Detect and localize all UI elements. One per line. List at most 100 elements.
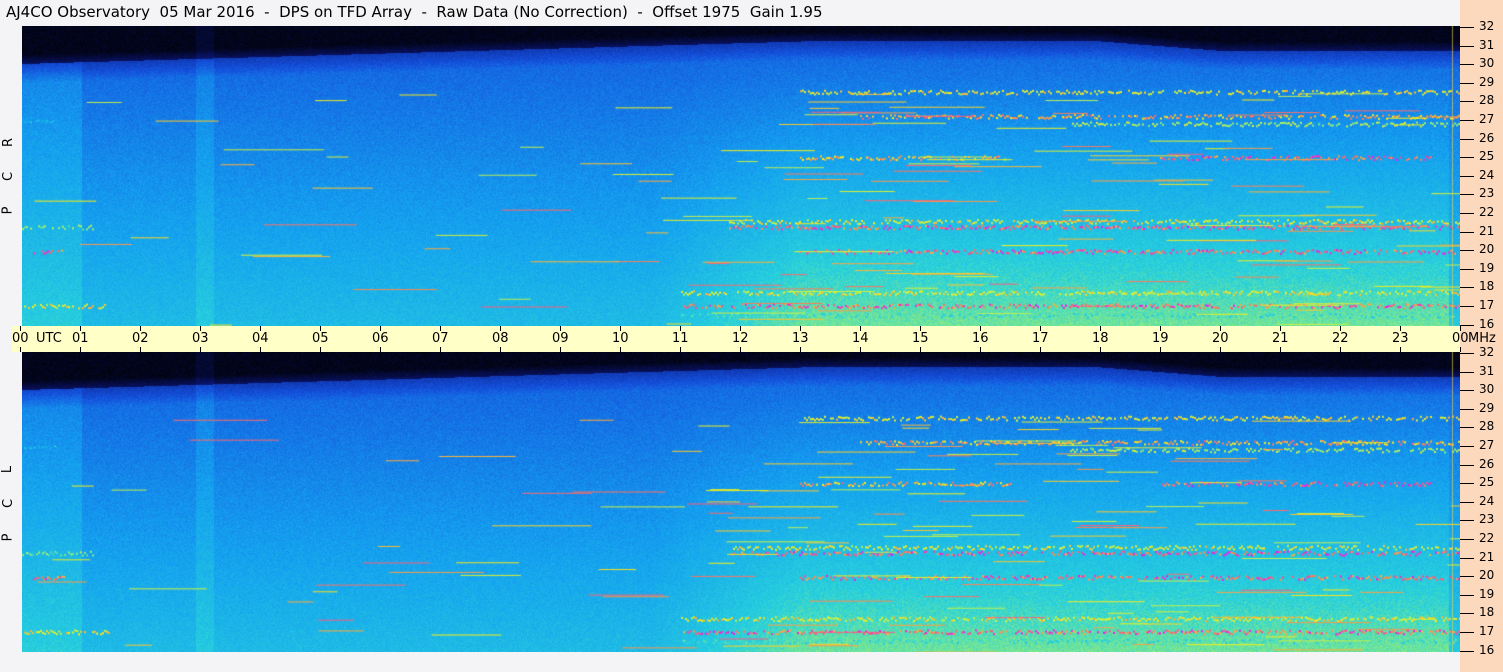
time-tick: [440, 347, 441, 352]
time-tick: [1340, 347, 1341, 352]
time-tick: [320, 347, 321, 352]
time-tick-label: 20: [1212, 331, 1229, 346]
time-tick-label: 08: [492, 331, 509, 346]
freq-tick-label: 24: [1479, 168, 1495, 182]
time-tick-label: 13: [792, 331, 809, 346]
freq-tick-label: 16: [1479, 643, 1495, 657]
freq-tick: [1460, 232, 1474, 233]
freq-tick: [1460, 502, 1474, 503]
freq-tick-label: 18: [1479, 279, 1495, 293]
freq-tick: [1460, 83, 1474, 84]
polarization-letter: P: [0, 533, 16, 542]
time-tick: [80, 347, 81, 352]
time-tick-label: 16: [972, 331, 989, 346]
time-tick: [500, 347, 501, 352]
time-tick-label: 06: [372, 331, 389, 346]
freq-tick-label: 28: [1479, 419, 1495, 433]
freq-tick: [1460, 101, 1474, 102]
time-tick: [920, 347, 921, 352]
time-tick-label: 05: [312, 331, 329, 346]
time-tick: [800, 347, 801, 352]
freq-tick: [1460, 539, 1474, 540]
freq-tick-label: 20: [1479, 568, 1495, 582]
rcp-spectrogram: [22, 26, 1460, 326]
time-tick: [560, 347, 561, 352]
time-tick: [860, 347, 861, 352]
lcp-spectrogram: [22, 352, 1460, 652]
freq-tick-label: 21: [1479, 550, 1495, 564]
time-tick: [980, 347, 981, 352]
freq-tick: [1460, 27, 1474, 28]
time-tick-label: 15: [912, 331, 929, 346]
time-tick: [1400, 347, 1401, 352]
time-tick-label: 02: [132, 331, 149, 346]
polarization-letter: C: [1, 498, 17, 509]
mhz-label: MHz: [1468, 331, 1496, 346]
freq-tick-label: 23: [1479, 512, 1495, 526]
freq-tick-label: 32: [1479, 345, 1495, 359]
freq-tick-label: 29: [1479, 401, 1495, 415]
freq-tick-label: 16: [1479, 317, 1495, 331]
time-tick: [380, 347, 381, 352]
freq-tick: [1460, 306, 1474, 307]
freq-tick-label: 22: [1479, 531, 1495, 545]
freq-tick: [1460, 64, 1474, 65]
freq-tick: [1460, 287, 1474, 288]
freq-tick-label: 18: [1479, 605, 1495, 619]
freq-tick: [1460, 213, 1474, 214]
freq-tick: [1460, 250, 1474, 251]
freq-tick: [1460, 427, 1474, 428]
polarization-letter: L: [0, 465, 16, 474]
freq-tick: [1460, 139, 1474, 140]
time-tick-label: 18: [1092, 331, 1109, 346]
freq-tick-label: 21: [1479, 224, 1495, 238]
freq-tick-label: 24: [1479, 494, 1495, 508]
time-tick: [200, 347, 201, 352]
freq-tick-label: 30: [1479, 382, 1495, 396]
freq-tick-label: 25: [1479, 149, 1495, 163]
freq-tick-label: 28: [1479, 93, 1495, 107]
freq-tick-label: 26: [1479, 457, 1495, 471]
freq-tick-label: 20: [1479, 242, 1495, 256]
freq-tick-label: 30: [1479, 56, 1495, 70]
freq-tick: [1460, 325, 1474, 326]
freq-tick: [1460, 120, 1474, 121]
freq-tick: [1460, 409, 1474, 410]
time-tick-label: 21: [1272, 331, 1289, 346]
freq-tick: [1460, 176, 1474, 177]
freq-tick: [1460, 520, 1474, 521]
time-tick: [1220, 347, 1221, 352]
freq-tick-label: 32: [1479, 19, 1495, 33]
time-tick-label: 23: [1392, 331, 1409, 346]
freq-tick-label: 31: [1479, 364, 1495, 378]
time-tick-label: 00: [12, 331, 29, 346]
freq-tick-label: 23: [1479, 186, 1495, 200]
freq-tick-label: 17: [1479, 298, 1495, 312]
time-tick-label: 22: [1332, 331, 1349, 346]
freq-tick: [1460, 595, 1474, 596]
freq-tick: [1460, 269, 1474, 270]
time-tick-label: 12: [732, 331, 749, 346]
time-tick: [1160, 347, 1161, 352]
polarization-letter: R: [1, 137, 17, 148]
time-tick: [260, 347, 261, 352]
freq-tick-label: 22: [1479, 205, 1495, 219]
freq-tick-label: 27: [1479, 112, 1495, 126]
time-tick-label: 11: [672, 331, 689, 346]
freq-tick-label: 26: [1479, 131, 1495, 145]
freq-tick: [1460, 353, 1474, 354]
time-tick-label: 17: [1032, 331, 1049, 346]
time-tick-label: 04: [252, 331, 269, 346]
time-tick-label: 03: [192, 331, 209, 346]
freq-tick: [1460, 558, 1474, 559]
freq-tick: [1460, 465, 1474, 466]
utc-label: UTC: [36, 331, 62, 346]
freq-tick-label: 29: [1479, 75, 1495, 89]
time-tick-label: 19: [1152, 331, 1169, 346]
freq-tick: [1460, 651, 1474, 652]
freq-tick: [1460, 157, 1474, 158]
time-tick: [20, 347, 21, 352]
freq-tick: [1460, 483, 1474, 484]
time-tick: [620, 347, 621, 352]
time-tick-label: 09: [552, 331, 569, 346]
